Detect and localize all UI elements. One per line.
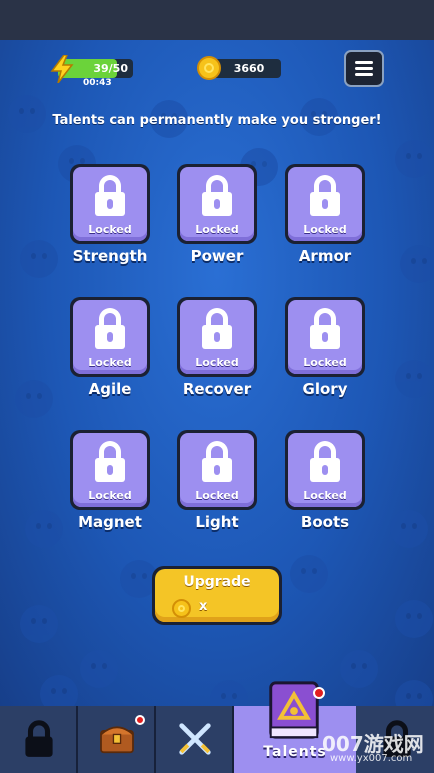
- crossed-swords-icon: [179, 723, 211, 755]
- background-dot: [390, 510, 428, 548]
- talent-card-face: Locked: [180, 167, 254, 241]
- background-dot: [395, 680, 433, 706]
- talent-card-recover[interactable]: Locked: [177, 297, 257, 377]
- upgrade-button-face: Upgrade x: [155, 569, 279, 622]
- talent-card-light[interactable]: Locked: [177, 430, 257, 510]
- nav-item-battle[interactable]: [156, 706, 234, 773]
- talent-state: Locked: [195, 223, 239, 236]
- talent-name: Magnet: [78, 513, 142, 531]
- background-dot: [80, 650, 118, 688]
- talent-state: Locked: [303, 356, 347, 369]
- upgrade-button[interactable]: Upgrade x: [152, 566, 282, 625]
- background-dot: [20, 240, 58, 278]
- lock-icon: [310, 325, 340, 349]
- lock-icon: [95, 192, 125, 216]
- coin-icon: [172, 599, 191, 618]
- talent-name: Light: [195, 513, 239, 531]
- background-dot: [20, 605, 58, 643]
- talent-state: Locked: [88, 356, 132, 369]
- menu-button[interactable]: [344, 50, 384, 87]
- background-dot: [340, 650, 378, 688]
- notification-dot: [135, 715, 145, 725]
- talent-card-glory[interactable]: Locked: [285, 297, 365, 377]
- talent-card-strength[interactable]: Locked: [70, 164, 150, 244]
- background-dot: [400, 245, 434, 283]
- background-dot: [210, 680, 248, 706]
- talent-card-face: Locked: [73, 433, 147, 507]
- lock-icon: [202, 458, 232, 482]
- talent-name: Agile: [88, 380, 132, 398]
- lock-icon: [25, 720, 53, 757]
- coin-value: 3660: [233, 62, 265, 75]
- talent-state: Locked: [303, 223, 347, 236]
- talent-card-face: Locked: [73, 167, 147, 241]
- talent-name: Power: [190, 247, 244, 265]
- talent-state: Locked: [303, 489, 347, 502]
- menu-icon-bar: [355, 73, 373, 76]
- talent-card-face: Locked: [288, 167, 362, 241]
- talent-card-boots[interactable]: Locked: [285, 430, 365, 510]
- talent-card-agile[interactable]: Locked: [70, 297, 150, 377]
- lightning-icon: [50, 55, 74, 83]
- lock-icon: [202, 325, 232, 349]
- background-dot: [290, 555, 328, 593]
- talent-card-power[interactable]: Locked: [177, 164, 257, 244]
- talent-card-magnet[interactable]: Locked: [70, 430, 150, 510]
- background-dot: [40, 675, 78, 706]
- talent-state: Locked: [88, 223, 132, 236]
- lock-icon: [95, 325, 125, 349]
- talent-card-face: Locked: [180, 433, 254, 507]
- background-dot: [395, 140, 433, 178]
- lock-icon: [310, 192, 340, 216]
- background-dot: [395, 360, 433, 398]
- upgrade-label: Upgrade: [183, 574, 251, 590]
- talent-name: Armor: [298, 247, 352, 265]
- talent-card-armor[interactable]: Locked: [285, 164, 365, 244]
- talent-name: Boots: [300, 513, 350, 531]
- talent-card-face: Locked: [288, 300, 362, 374]
- talent-card-face: Locked: [180, 300, 254, 374]
- talent-name: Strength: [72, 247, 148, 265]
- treasure-chest-icon: [100, 726, 134, 754]
- notification-dot: [313, 687, 325, 699]
- menu-icon: [355, 61, 373, 64]
- talent-state: Locked: [195, 489, 239, 502]
- page-subtitle: Talents can permanently make you stronge…: [52, 113, 382, 128]
- nav-item-shop[interactable]: [78, 706, 156, 773]
- lock-icon: [310, 458, 340, 482]
- top-status-strip: [0, 0, 434, 40]
- talent-card-face: Locked: [288, 433, 362, 507]
- upgrade-cost: x: [199, 599, 208, 614]
- talent-name: Glory: [302, 380, 348, 398]
- background-dot: [395, 600, 433, 638]
- talent-name: Recover: [182, 380, 252, 398]
- talent-card-face: Locked: [73, 300, 147, 374]
- watermark-url: www.yx007.com: [330, 753, 413, 764]
- coin-icon: [197, 56, 221, 80]
- nav-item-locked-left[interactable]: [0, 706, 78, 773]
- talent-state: Locked: [88, 489, 132, 502]
- energy-timer: 00:43: [83, 78, 112, 88]
- background-dot: [15, 380, 53, 418]
- talent-state: Locked: [195, 356, 239, 369]
- lock-icon: [95, 458, 125, 482]
- lock-icon: [202, 192, 232, 216]
- menu-icon-bar: [355, 67, 373, 70]
